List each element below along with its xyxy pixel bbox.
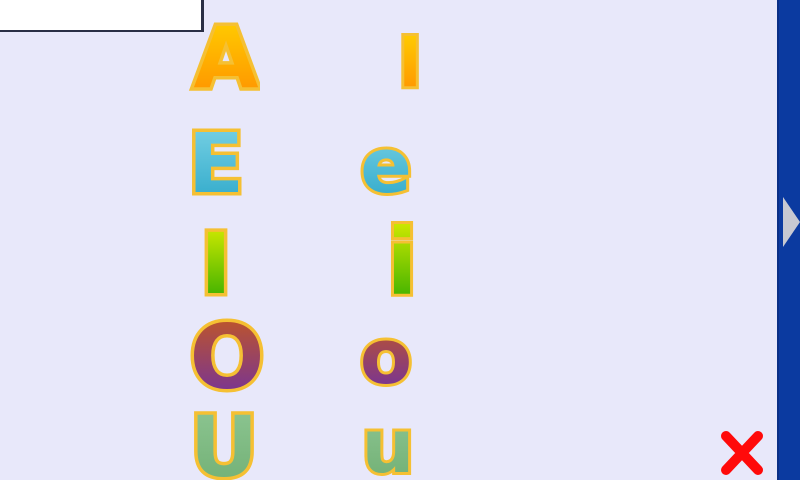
- letter-tile-e-lower[interactable]: e: [354, 134, 418, 200]
- letter-tile-I-upper[interactable]: I: [186, 214, 246, 300]
- letter-A-upper-graphic: A: [190, 10, 260, 92]
- letter-i-lower-graphic: i: [384, 206, 420, 300]
- top-text-box: [0, 0, 204, 32]
- letter-I-upper-graphic: I: [197, 214, 235, 300]
- letter-u-lower: u: [362, 416, 415, 480]
- letter-tile-o-lower[interactable]: o: [354, 326, 418, 392]
- letter-tile-A-upper[interactable]: A: [188, 10, 260, 92]
- letter-A-upper: A: [193, 10, 258, 92]
- letter-l-lower-graphic: l: [400, 28, 420, 92]
- letter-tile-E-upper[interactable]: E: [186, 116, 246, 198]
- letter-E-upper: E: [188, 117, 244, 198]
- letter-l-lower: l: [400, 28, 420, 92]
- close-icon[interactable]: [718, 430, 766, 476]
- letter-tile-U-upper[interactable]: U: [186, 398, 262, 480]
- letter-tile-O-upper[interactable]: O: [186, 308, 268, 396]
- letter-U-upper: U: [190, 398, 258, 480]
- letter-tile-i-lower[interactable]: i: [384, 206, 420, 300]
- letter-u-lower-graphic: u: [359, 416, 418, 480]
- letter-O-upper-graphic: O: [186, 308, 268, 396]
- letter-e-lower-graphic: e: [357, 134, 415, 200]
- letter-E-upper-graphic: E: [186, 116, 246, 198]
- letter-e-lower: e: [360, 134, 412, 200]
- letter-i-lower: i: [386, 209, 418, 300]
- letter-tile-l-lower[interactable]: l: [400, 28, 420, 92]
- next-arrow-icon[interactable]: [781, 195, 800, 249]
- letter-I-upper: I: [200, 215, 231, 300]
- letter-o-lower: o: [360, 326, 412, 392]
- letter-tile-u-lower[interactable]: u: [356, 416, 420, 480]
- letter-o-lower-graphic: o: [357, 326, 415, 392]
- letter-O-upper: O: [190, 308, 265, 396]
- letter-U-upper-graphic: U: [186, 398, 261, 480]
